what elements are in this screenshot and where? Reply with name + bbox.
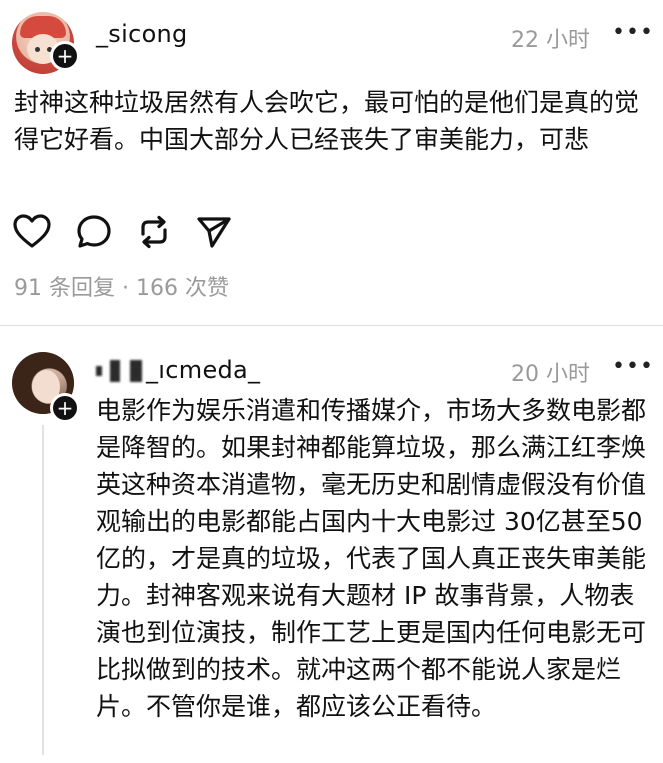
username[interactable]: _sicong — [96, 20, 188, 48]
send-icon[interactable] — [194, 212, 234, 252]
username[interactable]: _ıcmeda_ — [96, 356, 260, 384]
timestamp: 22 小时 — [511, 28, 590, 53]
redacted-block — [130, 360, 142, 382]
post-stats[interactable]: 91 条回复 · 166 次赞 — [14, 270, 229, 302]
post-text: 封神这种垃圾居然有人会吹它，最可怕的是他们是真的觉得它好看。中国大部分人已经丧失… — [14, 88, 640, 154]
follow-plus-icon[interactable]: + — [50, 393, 80, 423]
post-text: 电影作为娱乐消遣和传播媒介，市场大多数电影都是降智的。如果封神都能算垃圾，那么满… — [96, 396, 647, 721]
more-options-button[interactable]: ••• — [612, 20, 654, 45]
redacted-block — [96, 366, 102, 376]
follow-plus-icon[interactable]: + — [50, 41, 80, 71]
heart-icon[interactable] — [12, 212, 52, 252]
thread-line — [42, 425, 44, 755]
timestamp: 20 小时 — [511, 362, 590, 387]
redacted-block — [110, 360, 120, 382]
more-options-button[interactable]: ••• — [612, 354, 654, 379]
username-visible: _ıcmeda_ — [146, 356, 261, 384]
divider — [0, 325, 663, 326]
comment-icon[interactable] — [74, 212, 114, 252]
repost-icon[interactable] — [134, 212, 174, 252]
